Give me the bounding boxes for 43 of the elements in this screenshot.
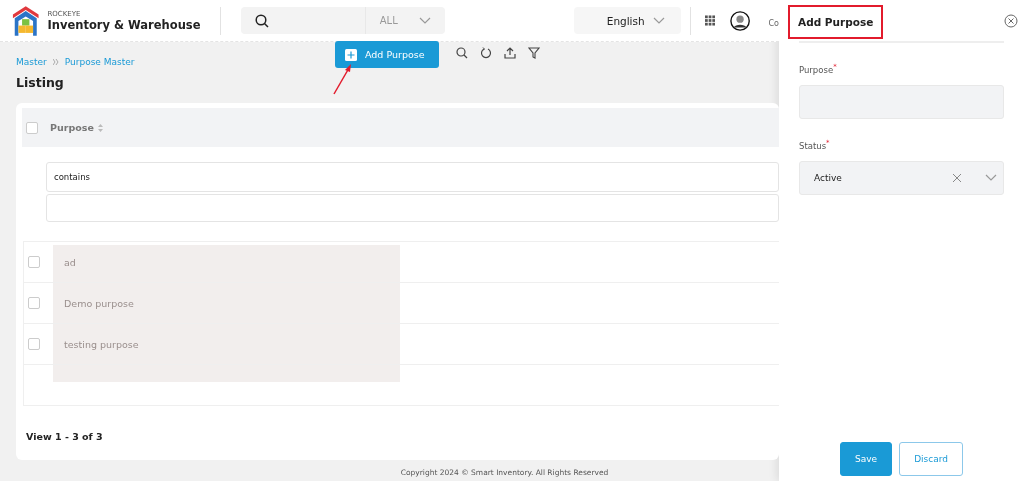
breadcrumb-link[interactable]: Master	[16, 57, 47, 67]
chevron-down-icon	[653, 16, 666, 25]
sort-icon[interactable]	[97, 123, 103, 132]
brand-name: Inventory & Warehouse	[47, 17, 201, 32]
checkbox[interactable]	[28, 256, 40, 268]
upload-icon[interactable]	[503, 47, 516, 59]
filter-icon[interactable]	[527, 47, 540, 59]
double-chevron-icon	[52, 59, 59, 65]
scope-dropdown[interactable]: ALL	[364, 7, 445, 34]
chevron-down-icon	[418, 16, 431, 25]
page-title: Listing	[16, 75, 65, 90]
apps-grid-icon[interactable]	[705, 15, 716, 26]
clear-icon[interactable]	[953, 173, 961, 182]
checkbox[interactable]	[28, 297, 40, 309]
status-dropdown[interactable]: Active	[799, 160, 1004, 195]
search-icon[interactable]	[455, 47, 468, 59]
field-label: Status$^{*}$	[799, 138, 831, 151]
search-field[interactable]: ALL	[241, 7, 445, 34]
user-avatar[interactable]	[730, 9, 751, 32]
column-header[interactable]: Purpose	[50, 122, 103, 133]
user-name: Co	[768, 19, 779, 28]
discard-button[interactable]: Discard	[899, 442, 963, 476]
table-cell: testing purpose	[64, 338, 139, 350]
checkbox[interactable]	[28, 338, 40, 350]
checkbox[interactable]	[26, 121, 38, 134]
table-cell: Demo purpose	[64, 297, 134, 309]
filter-operator-field[interactable]: contains	[46, 162, 779, 192]
house-logo-icon	[12, 3, 40, 38]
refresh-icon[interactable]	[479, 47, 492, 59]
plus-icon	[345, 48, 357, 61]
language-dropdown[interactable]: English	[573, 7, 682, 34]
chevron-down-icon	[985, 173, 997, 182]
annotation-arrow	[332, 62, 354, 96]
close-icon[interactable]	[1004, 13, 1018, 28]
field-label: Purpose$^{*}$	[799, 63, 838, 75]
panel-title: Add Purpose	[788, 5, 884, 39]
table-cell: ad	[64, 256, 76, 268]
filter-value-field[interactable]	[46, 194, 779, 222]
add-purpose-button[interactable]: Add Purpose	[335, 41, 439, 68]
pagination-info: View 1 - 3 of 3	[25, 431, 104, 442]
save-button[interactable]: Save	[840, 442, 893, 476]
search-icon	[255, 13, 270, 28]
breadcrumb-link[interactable]: Purpose Master	[64, 57, 135, 67]
